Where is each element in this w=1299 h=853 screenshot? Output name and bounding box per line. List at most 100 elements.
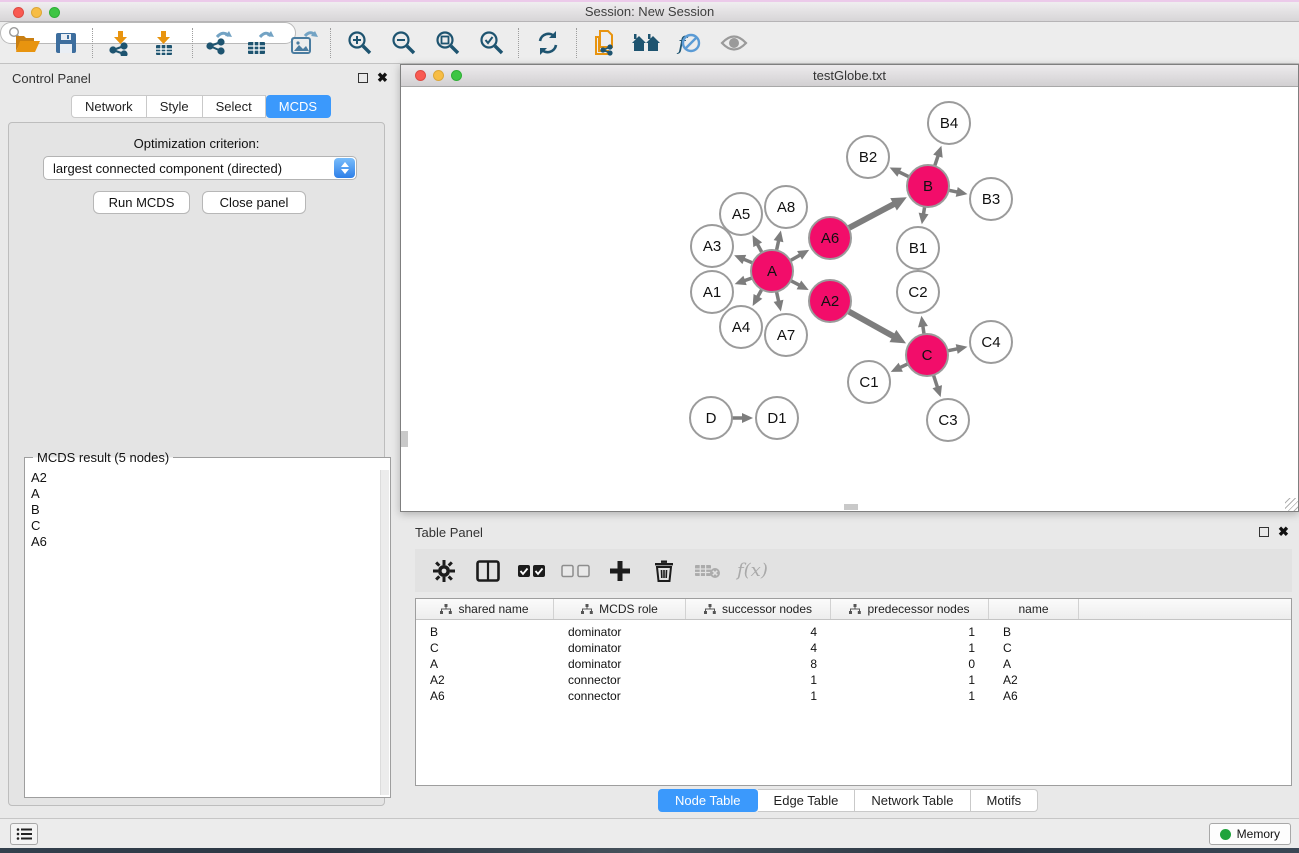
table-cell[interactable]: connector: [554, 672, 686, 688]
open-file-icon[interactable]: [10, 26, 46, 60]
export-image-icon[interactable]: [286, 26, 322, 60]
column-header-successor-nodes[interactable]: successor nodes: [686, 599, 831, 619]
table-cell[interactable]: connector: [554, 688, 686, 704]
table-row[interactable]: C dominator 4 1 C: [416, 640, 1291, 656]
graph-node-label: D: [706, 410, 717, 427]
tab-network-table[interactable]: Network Table: [855, 789, 970, 812]
tab-node-table[interactable]: Node Table: [658, 789, 758, 812]
import-network-icon[interactable]: [102, 26, 138, 60]
table-row[interactable]: A dominator 8 0 A: [416, 656, 1291, 672]
save-session-icon[interactable]: [48, 26, 84, 60]
add-column-icon[interactable]: [605, 556, 635, 586]
run-mcds-button[interactable]: Run MCDS: [93, 191, 190, 214]
zoom-in-icon[interactable]: [342, 26, 378, 60]
close-network-button[interactable]: [415, 70, 426, 81]
table-cell[interactable]: 1: [831, 672, 989, 688]
deselect-all-icon[interactable]: [561, 556, 591, 586]
mcds-result-item[interactable]: C: [29, 518, 376, 534]
vertical-scroll-thumb[interactable]: [401, 431, 408, 447]
table-cell[interactable]: dominator: [554, 624, 686, 640]
close-window-button[interactable]: [13, 7, 24, 18]
table-cell[interactable]: A: [416, 656, 554, 672]
float-table-panel-icon[interactable]: [1259, 527, 1269, 537]
table-cell[interactable]: 4: [686, 624, 831, 640]
home-layout-icon[interactable]: [628, 26, 664, 60]
network-canvas[interactable]: B4B2BB3A8A5A6A3B1AA1C2A2A4A7C4CC1C3DD1: [401, 88, 1298, 511]
column-header-shared-name[interactable]: shared name: [416, 599, 554, 619]
refresh-view-icon[interactable]: [530, 26, 566, 60]
tab-network[interactable]: Network: [71, 95, 147, 118]
eye-icon[interactable]: [716, 26, 752, 60]
tab-select[interactable]: Select: [203, 95, 266, 118]
delete-table-icon[interactable]: [693, 556, 723, 586]
zoom-selected-icon[interactable]: [474, 26, 510, 60]
minimize-window-button[interactable]: [31, 7, 42, 18]
optimization-criterion-label: Optimization criterion:: [9, 136, 384, 151]
show-panels-button[interactable]: [10, 823, 38, 845]
table-cell[interactable]: 1: [831, 688, 989, 704]
column-settings-gear-icon[interactable]: [429, 556, 459, 586]
column-header-mcds-role[interactable]: MCDS role: [554, 599, 686, 619]
resize-grip[interactable]: [1285, 498, 1298, 511]
select-all-icon[interactable]: [517, 556, 547, 586]
table-cell[interactable]: B: [989, 624, 1079, 640]
network-window-titlebar[interactable]: testGlobe.txt: [401, 65, 1298, 87]
mcds-result-item[interactable]: A6: [29, 534, 376, 550]
zoom-window-button[interactable]: [49, 7, 60, 18]
zoom-network-button[interactable]: [451, 70, 462, 81]
minimize-network-button[interactable]: [433, 70, 444, 81]
table-row[interactable]: A6 connector 1 1 A6: [416, 688, 1291, 704]
table-cell[interactable]: dominator: [554, 640, 686, 656]
table-cell[interactable]: A6: [416, 688, 554, 704]
table-cell[interactable]: 4: [686, 640, 831, 656]
close-panel-button[interactable]: Close panel: [202, 191, 306, 214]
table-cell[interactable]: 1: [831, 624, 989, 640]
table-cell[interactable]: A2: [989, 672, 1079, 688]
zoom-out-icon[interactable]: [386, 26, 422, 60]
result-scrollbar[interactable]: [380, 470, 389, 795]
memory-button[interactable]: Memory: [1209, 823, 1291, 845]
tab-edge-table[interactable]: Edge Table: [758, 789, 856, 812]
horizontal-scroll-thumb[interactable]: [844, 504, 858, 510]
table-cell[interactable]: C: [416, 640, 554, 656]
delete-columns-trash-icon[interactable]: [649, 556, 679, 586]
session-title: Session: New Session: [0, 2, 1299, 21]
table-cell[interactable]: 1: [831, 640, 989, 656]
table-cell[interactable]: 1: [686, 672, 831, 688]
tab-style[interactable]: Style: [147, 95, 203, 118]
table-cell[interactable]: A6: [989, 688, 1079, 704]
function-builder-icon[interactable]: f(x): [737, 560, 768, 581]
zoom-fit-icon[interactable]: [430, 26, 466, 60]
table-mode-icon[interactable]: [473, 556, 503, 586]
table-cell[interactable]: 1: [686, 688, 831, 704]
mcds-result-item[interactable]: A: [29, 486, 376, 502]
column-header-predecessor-nodes[interactable]: predecessor nodes: [831, 599, 989, 619]
tab-motifs[interactable]: Motifs: [971, 789, 1039, 812]
duplicate-network-icon[interactable]: [586, 26, 622, 60]
table-cell[interactable]: 0: [831, 656, 989, 672]
tab-mcds[interactable]: MCDS: [266, 95, 331, 118]
export-table-icon[interactable]: [242, 26, 278, 60]
table-cell[interactable]: 8: [686, 656, 831, 672]
close-panel-icon[interactable]: ✖: [377, 73, 388, 83]
criterion-dropdown[interactable]: largest connected component (directed): [43, 156, 357, 180]
import-table-icon[interactable]: [146, 26, 182, 60]
close-table-panel-icon[interactable]: ✖: [1278, 527, 1289, 537]
export-network-icon[interactable]: [200, 26, 236, 60]
table-cell[interactable]: C: [989, 640, 1079, 656]
table-cell[interactable]: dominator: [554, 656, 686, 672]
mcds-result-item[interactable]: B: [29, 502, 376, 518]
table-cell[interactable]: A: [989, 656, 1079, 672]
shared-column-icon: [704, 604, 716, 615]
table-cell[interactable]: A2: [416, 672, 554, 688]
graph-node-label: C: [922, 347, 933, 364]
mcds-result-item[interactable]: A2: [29, 470, 376, 486]
toolbar-separator: [330, 28, 331, 58]
graph-edge-arrow: [919, 213, 929, 225]
column-header-name[interactable]: name: [989, 599, 1079, 619]
toggle-graphics-details-icon[interactable]: f: [670, 26, 706, 60]
table-row[interactable]: B dominator 4 1 B: [416, 624, 1291, 640]
float-panel-icon[interactable]: [358, 73, 368, 83]
table-row[interactable]: A2 connector 1 1 A2: [416, 672, 1291, 688]
table-cell[interactable]: B: [416, 624, 554, 640]
